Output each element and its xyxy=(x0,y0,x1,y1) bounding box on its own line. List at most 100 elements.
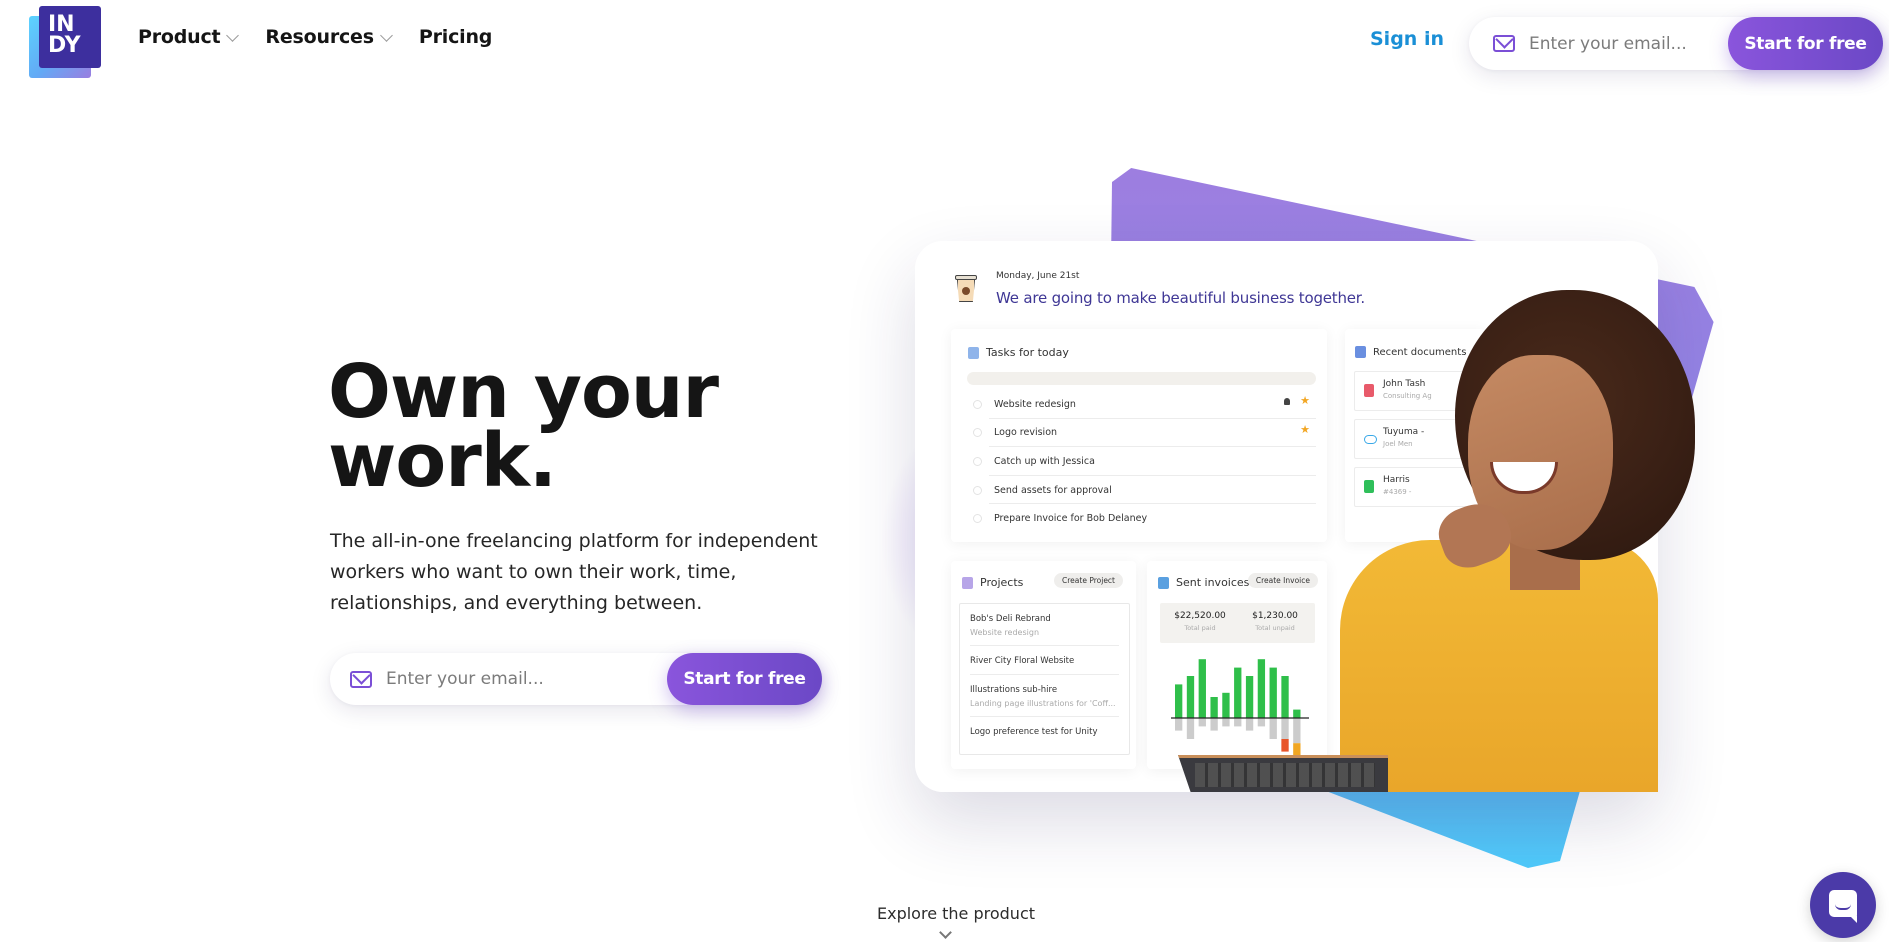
bar-overdue xyxy=(1281,739,1289,752)
nav-product-label: Product xyxy=(138,26,221,48)
header-email-input[interactable] xyxy=(1529,33,1739,54)
laptop-keyboard xyxy=(1195,763,1375,787)
invoices-title-text: Sent invoices xyxy=(1176,576,1250,589)
invoices-bar-chart xyxy=(1171,659,1309,756)
create-invoice-button[interactable]: Create Invoice xyxy=(1247,573,1318,588)
bar-below xyxy=(1293,718,1301,744)
project-item[interactable]: River City Floral Website xyxy=(970,646,1119,675)
logo-mark: IN DY xyxy=(39,6,101,68)
project-title: Logo preference test for Unity xyxy=(970,727,1098,737)
tasks-search-bar[interactable] xyxy=(967,372,1316,385)
project-title: Illustrations sub-hire xyxy=(970,685,1058,695)
project-item[interactable]: Logo preference test for Unity xyxy=(970,717,1119,745)
dashboard-date: Monday, June 21st xyxy=(996,271,1080,281)
bar-paid xyxy=(1245,676,1254,718)
task-label: Catch up with Jessica xyxy=(994,455,1095,467)
total-unpaid-label: Total unpaid xyxy=(1255,624,1295,632)
bar-below xyxy=(1210,718,1218,731)
header-start-free-button[interactable]: Start for free xyxy=(1728,17,1883,70)
documents-title-text: Recent documents xyxy=(1373,346,1467,358)
bar-paid xyxy=(1198,659,1206,718)
sheet-icon xyxy=(1364,480,1374,493)
task-item[interactable]: Logo revision ★ xyxy=(967,419,1316,448)
explore-product-link[interactable]: Explore the product xyxy=(877,904,1035,923)
task-label: Website redesign xyxy=(994,398,1076,410)
task-checkbox[interactable] xyxy=(973,456,982,466)
document-title: Tuyuma - xyxy=(1383,427,1425,437)
briefcase-icon xyxy=(962,576,973,589)
main-nav: Product Resources Pricing xyxy=(138,26,520,48)
create-project-button[interactable]: Create Project xyxy=(1054,573,1123,588)
task-checkbox[interactable] xyxy=(973,428,982,438)
project-subtitle: Landing page illustrations for 'Coff... xyxy=(970,699,1116,708)
mail-icon xyxy=(1493,35,1515,52)
task-label: Prepare Invoice for Bob Delaney xyxy=(994,513,1148,525)
hero-email-input[interactable] xyxy=(386,669,646,689)
task-item[interactable]: Send assets for approval xyxy=(967,476,1316,505)
folder-icon xyxy=(1355,346,1366,358)
nav-product[interactable]: Product xyxy=(138,26,240,48)
bar-below xyxy=(1281,718,1289,739)
nav-resources[interactable]: Resources xyxy=(265,26,393,48)
task-checkbox[interactable] xyxy=(973,399,982,409)
document-subtitle: #4369 - xyxy=(1383,488,1412,496)
invoices-title: Sent invoices xyxy=(1158,576,1249,589)
nav-resources-label: Resources xyxy=(265,26,374,48)
indy-logo[interactable]: IN DY xyxy=(29,6,101,78)
star-icon: ★ xyxy=(1300,394,1310,407)
bar-paid xyxy=(1293,709,1301,718)
invoice-summary: $22,520.00 Total paid $1,230.00 Total un… xyxy=(1160,603,1315,643)
bar-below xyxy=(1198,718,1206,727)
chevron-down-icon xyxy=(379,28,393,42)
project-subtitle: Website redesign xyxy=(970,628,1040,637)
task-item[interactable]: Website redesign ★ xyxy=(967,390,1316,419)
project-item[interactable]: Illustrations sub-hire Landing page illu… xyxy=(970,675,1119,717)
bar-paid xyxy=(1269,667,1277,718)
projects-title-text: Projects xyxy=(980,576,1024,589)
total-paid-label: Total paid xyxy=(1184,624,1216,632)
task-label: Logo revision xyxy=(994,427,1058,439)
nav-pricing[interactable]: Pricing xyxy=(418,26,493,48)
project-title: Bob's Deli Rebrand xyxy=(970,614,1051,624)
person-sweater xyxy=(1340,540,1658,792)
project-title: River City Floral Website xyxy=(970,656,1075,666)
document-subtitle: Consulting Ag xyxy=(1383,392,1432,400)
sign-in-link[interactable]: Sign in xyxy=(1370,28,1444,50)
hero-subtext: The all-in-one freelancing platform for … xyxy=(330,530,818,614)
task-label: Send assets for approval xyxy=(994,484,1112,496)
bar-below xyxy=(1222,718,1230,727)
task-list: Website redesign ★ Logo revision ★ Catch… xyxy=(967,390,1316,533)
documents-title: Recent documents xyxy=(1355,346,1466,358)
hero-start-free-button[interactable]: Start for free xyxy=(667,653,822,705)
star-icon: ★ xyxy=(1300,422,1310,436)
total-unpaid: $1,230.00 Total unpaid xyxy=(1240,611,1310,632)
project-item[interactable]: Bob's Deli Rebrand Website redesign xyxy=(970,604,1119,646)
chat-launcher-button[interactable] xyxy=(1810,872,1876,938)
bar-paid xyxy=(1281,676,1289,718)
document-subtitle: Joel Men xyxy=(1383,440,1413,448)
bar-below xyxy=(1186,718,1195,739)
headline-line2: work. xyxy=(328,418,557,504)
task-checkbox[interactable] xyxy=(973,514,982,524)
bell-icon xyxy=(1284,398,1290,405)
nav-pricing-label: Pricing xyxy=(418,26,493,48)
bar-below xyxy=(1257,718,1266,727)
task-item[interactable]: Prepare Invoice for Bob Delaney xyxy=(967,504,1316,533)
bar-below xyxy=(1234,718,1242,727)
sent-invoices-panel: Sent invoices Create Invoice $22,520.00 … xyxy=(1147,561,1327,769)
task-item[interactable]: Catch up with Jessica xyxy=(967,447,1316,476)
logo-text-line2: DY xyxy=(48,33,81,58)
document-item[interactable]: Harris #4369 - xyxy=(1354,467,1484,507)
clipboard-icon xyxy=(968,346,979,359)
document-title: John Tash xyxy=(1383,379,1426,389)
tasks-title-text: Tasks for today xyxy=(986,346,1069,359)
projects-panel: Projects Create Project Bob's Deli Rebra… xyxy=(951,561,1136,769)
bar-below xyxy=(1269,718,1277,739)
dashboard-tagline: We are going to make beautiful business … xyxy=(996,289,1365,307)
hero-headline: Own your work. xyxy=(328,355,848,498)
bar-paid xyxy=(1186,676,1195,718)
task-checkbox[interactable] xyxy=(973,485,982,495)
chevron-down-icon[interactable] xyxy=(939,926,952,939)
total-paid: $22,520.00 Total paid xyxy=(1165,611,1235,632)
logo-text-line1: IN xyxy=(48,12,75,37)
